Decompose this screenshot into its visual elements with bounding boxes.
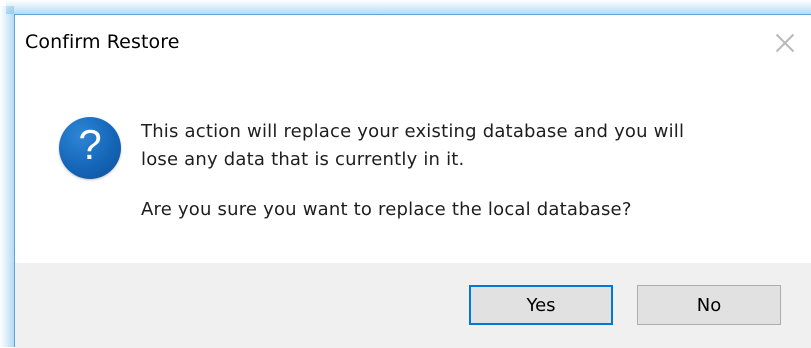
message-line-1: This action will replace your existing d… [141, 121, 685, 142]
title-bar[interactable]: Confirm Restore [15, 15, 811, 73]
close-icon[interactable] [773, 31, 797, 55]
window-shadow-left [0, 6, 14, 347]
message-line-2: lose any data that is currently in it. [141, 149, 465, 170]
dialog-title: Confirm Restore [25, 31, 180, 53]
window-shadow-top [6, 0, 811, 14]
yes-button[interactable]: Yes [469, 285, 613, 325]
dialog-content: ? This action will replace your existing… [15, 73, 811, 263]
question-mark-glyph: ? [78, 121, 102, 168]
no-button[interactable]: No [637, 285, 781, 325]
confirm-restore-dialog: Confirm Restore ? This action will repla… [14, 14, 811, 348]
button-bar: Yes No [15, 263, 811, 348]
confirmation-question: Are you sure you want to replace the loc… [141, 199, 632, 220]
question-icon: ? [59, 117, 121, 179]
